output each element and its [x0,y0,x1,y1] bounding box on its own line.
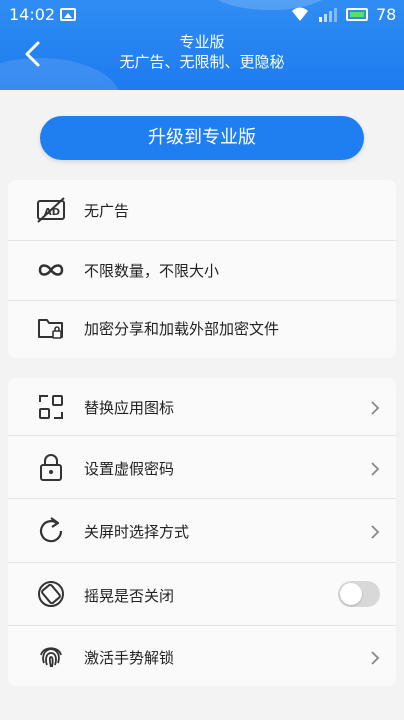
battery-level: 78 [376,5,397,24]
locked-folder-icon [38,319,63,339]
signal-icon [319,8,337,22]
settings-card: 替换应用图标 设置虚假密码 关屏时选择方式 摇晃是否关闭 激活手势解锁 [8,378,396,686]
wifi-icon [292,7,308,21]
chevron-right-icon [371,651,380,665]
setting-shake-close: 摇晃是否关闭 [8,563,396,623]
toggle-knob [340,583,362,605]
chevron-right-icon [371,525,380,539]
upgrade-button[interactable]: 升级到专业版 [40,116,364,160]
shake-close-toggle[interactable] [338,581,380,607]
back-arrow-icon[interactable] [22,40,46,68]
setting-screen-off-method[interactable]: 关屏时选择方式 [8,499,396,559]
page-title: 专业版 [179,33,225,51]
fingerprint-icon [40,647,62,668]
setting-label: 替换应用图标 [84,399,175,417]
setting-fake-password[interactable]: 设置虚假密码 [8,436,396,496]
image-icon [60,8,76,21]
status-bar: 14:02 78 [0,0,404,30]
status-time: 14:02 [9,5,56,24]
header-title-area: 专业版 无广告、无限制、更隐秘 [60,30,344,72]
refresh-icon [39,517,63,543]
feature-label: 不限数量，不限大小 [84,262,220,280]
setting-label: 关屏时选择方式 [84,523,190,541]
feature-label: 无广告 [84,202,130,220]
infinity-icon [38,264,64,276]
feature-encrypted-share: 加密分享和加载外部加密文件 [8,298,396,358]
setting-label: 摇晃是否关闭 [84,587,175,605]
feature-label: 加密分享和加载外部加密文件 [84,320,280,338]
setting-label: 设置虚假密码 [84,460,175,478]
chevron-right-icon [371,462,380,476]
no-ad-icon: AD [37,197,65,223]
features-card: AD 无广告 不限数量，不限大小 加密分享和加载外部加密文件 [8,180,396,358]
swap-icon [39,395,63,419]
setting-replace-app-icon[interactable]: 替换应用图标 [8,378,396,438]
rotate-phone-icon [38,581,64,607]
feature-no-ads: AD 无广告 [8,180,396,240]
lock-icon [40,454,62,481]
chevron-right-icon [371,401,380,415]
feature-unlimited: 不限数量，不限大小 [8,240,396,300]
header: 14:02 78 专业版 无广告、无限制、更隐秘 [0,0,404,90]
setting-label: 激活手势解锁 [84,649,175,667]
battery-icon [346,8,368,21]
setting-gesture-unlock[interactable]: 激活手势解锁 [8,626,396,686]
page-subtitle: 无广告、无限制、更隐秘 [119,53,285,71]
